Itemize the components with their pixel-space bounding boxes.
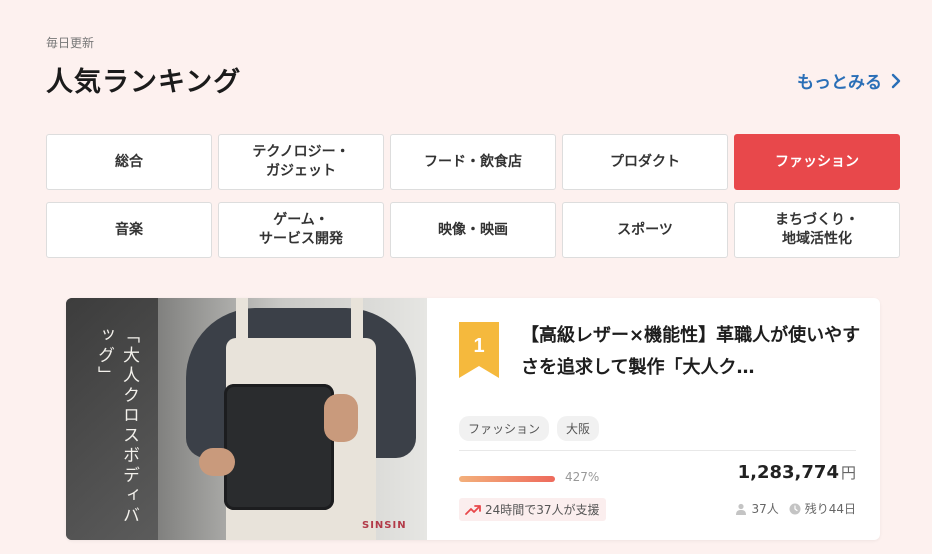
support-note-text: 24時間で37人が支援 xyxy=(485,503,600,517)
category-fashion[interactable]: ファッション xyxy=(734,134,900,190)
tag-location[interactable]: 大阪 xyxy=(557,416,600,441)
chevron-right-icon xyxy=(891,73,901,88)
image-caption: 「大人クロスボディバッグ」 xyxy=(94,326,139,526)
image-logo: SINSIN xyxy=(362,520,407,531)
progress-bar xyxy=(459,476,555,482)
supporters-stat: 37人 xyxy=(735,500,779,517)
progress-percent: 427% xyxy=(565,470,600,484)
project-tags: ファッション 大阪 xyxy=(459,416,600,441)
category-sports[interactable]: スポーツ xyxy=(562,202,728,258)
category-food-restaurant[interactable]: フード・飲食店 xyxy=(390,134,556,190)
category-music[interactable]: 音楽 xyxy=(46,202,212,258)
image-strap-left xyxy=(236,298,248,358)
category-overall[interactable]: 総合 xyxy=(46,134,212,190)
amount-value: 1,283,774 xyxy=(737,462,839,483)
currency-unit: 円 xyxy=(840,464,856,482)
image-bag xyxy=(224,384,334,510)
supporters-count: 37人 xyxy=(751,502,779,516)
more-label: もっとみる xyxy=(797,73,882,93)
category-game-service[interactable]: ゲーム・ サービス開発 xyxy=(218,202,384,258)
remaining-days: 残り44日 xyxy=(804,502,856,516)
funded-amount: 1,283,774 円 xyxy=(738,462,856,483)
project-image[interactable]: 「大人クロスボディバッグ」 SINSIN xyxy=(66,298,427,540)
person-icon xyxy=(736,503,747,515)
project-stats: 37人 残り44日 xyxy=(735,500,856,517)
rank-badge: 1 xyxy=(459,322,499,378)
tag-category[interactable]: ファッション xyxy=(459,416,550,441)
image-hand-left xyxy=(199,448,235,476)
category-tabs: 総合 テクノロジー・ ガジェット フード・飲食店 プロダクト ファッション 音楽… xyxy=(46,134,900,258)
clock-icon xyxy=(789,503,801,514)
category-community[interactable]: まちづくり・ 地域活性化 xyxy=(734,202,900,258)
category-product[interactable]: プロダクト xyxy=(562,134,728,190)
trend-up-icon xyxy=(465,504,481,515)
image-strap-right xyxy=(351,298,363,358)
category-film[interactable]: 映像・映画 xyxy=(390,202,556,258)
remaining-stat: 残り44日 xyxy=(789,500,856,517)
support-note: 24時間で37人が支援 xyxy=(459,498,606,521)
eyebrow: 毎日更新 xyxy=(46,36,95,50)
project-card[interactable]: 「大人クロスボディバッグ」 SINSIN 1 【高級レザー×機能性】革職人が使い… xyxy=(66,298,880,540)
project-title[interactable]: 【高級レザー×機能性】革職人が使いやすさを追求して製作「大人ク… xyxy=(521,320,861,384)
image-hand-right xyxy=(324,394,358,442)
category-technology-gadget[interactable]: テクノロジー・ ガジェット xyxy=(218,134,384,190)
more-link[interactable]: もっとみる xyxy=(797,68,902,93)
divider xyxy=(459,450,856,451)
page-title: 人気ランキング xyxy=(46,67,242,98)
rank-number: 1 xyxy=(473,335,484,357)
